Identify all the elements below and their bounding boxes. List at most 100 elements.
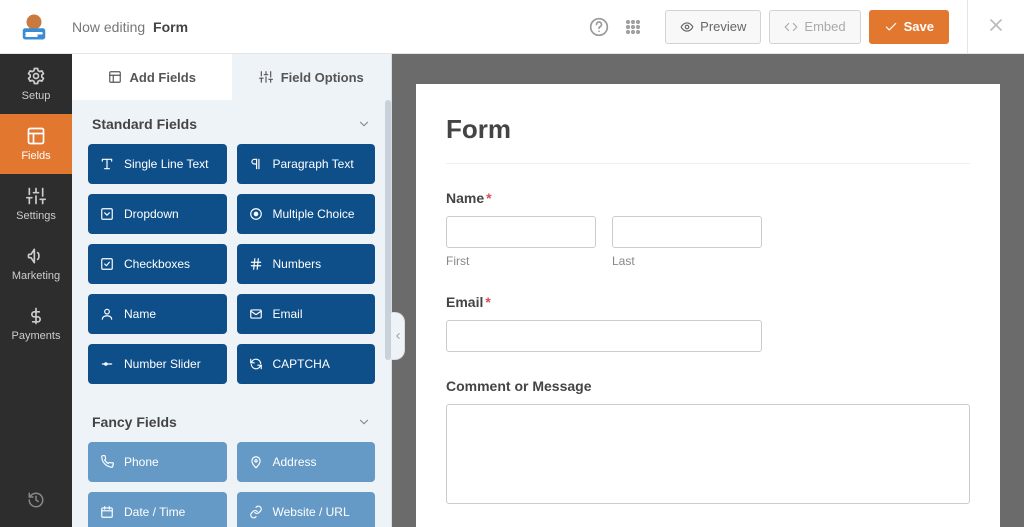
field-type-label: Email — [273, 307, 303, 321]
last-name-input[interactable] — [612, 216, 762, 248]
required-marker: * — [485, 294, 490, 310]
app-logo — [12, 9, 56, 45]
preview-label: Preview — [700, 19, 746, 34]
field-type-label: Website / URL — [273, 505, 350, 519]
user-icon — [100, 307, 114, 321]
now-editing-text: Now editing — [72, 19, 145, 35]
email-label: Email* — [446, 294, 970, 310]
tab-label: Field Options — [281, 70, 364, 85]
rail-label: Setup — [22, 90, 51, 102]
link-icon — [249, 505, 263, 519]
sliders-icon — [26, 186, 46, 206]
field-type-single-line-text[interactable]: Single Line Text — [88, 144, 227, 184]
field-type-dropdown[interactable]: Dropdown — [88, 194, 227, 234]
form-canvas: Form Name* First Last — [392, 54, 1024, 527]
topbar-divider — [967, 0, 968, 54]
field-type-label: Name — [124, 307, 156, 321]
rail-item-fields[interactable]: Fields — [0, 114, 72, 174]
comment-label: Comment or Message — [446, 378, 970, 394]
field-type-captcha[interactable]: CAPTCHA — [237, 344, 376, 384]
collapse-sidebar-button[interactable] — [391, 312, 405, 360]
text-icon — [100, 157, 114, 171]
field-type-label: Single Line Text — [124, 157, 209, 171]
first-sublabel: First — [446, 254, 596, 268]
field-email[interactable]: Email* — [446, 294, 970, 352]
tab-label: Add Fields — [130, 70, 196, 85]
section-fancy-fields[interactable]: Fancy Fields — [72, 398, 391, 442]
dollar-icon — [26, 306, 46, 326]
help-icon[interactable] — [589, 17, 609, 37]
layout-icon — [108, 70, 122, 84]
field-type-number-slider[interactable]: Number Slider — [88, 344, 227, 384]
bullhorn-icon — [26, 246, 46, 266]
dot-circle-icon — [249, 207, 263, 221]
sliders-icon — [259, 70, 273, 84]
field-type-label: Number Slider — [124, 357, 201, 371]
email-input[interactable] — [446, 320, 762, 352]
field-type-label: CAPTCHA — [273, 357, 330, 371]
refresh-icon — [249, 357, 263, 371]
apps-grid-icon[interactable] — [623, 17, 643, 37]
rail-history-button[interactable] — [0, 473, 72, 527]
field-type-date-time[interactable]: Date / Time — [88, 492, 227, 527]
close-button[interactable] — [986, 15, 1006, 38]
rail-item-settings[interactable]: Settings — [0, 174, 72, 234]
rail-label: Marketing — [12, 270, 60, 282]
embed-label: Embed — [804, 19, 845, 34]
form-title[interactable]: Form — [446, 114, 970, 164]
mail-icon — [249, 307, 263, 321]
first-name-input[interactable] — [446, 216, 596, 248]
form-name-text[interactable]: Form — [153, 19, 188, 35]
topbar: Now editing Form Preview Embed Save — [0, 0, 1024, 54]
rail-item-marketing[interactable]: Marketing — [0, 234, 72, 294]
rail-item-payments[interactable]: Payments — [0, 294, 72, 354]
preview-button[interactable]: Preview — [665, 10, 761, 44]
field-type-label: Phone — [124, 455, 159, 469]
hash-icon — [249, 257, 263, 271]
chevron-left-icon — [393, 331, 403, 341]
phone-icon — [100, 455, 114, 469]
field-type-name[interactable]: Name — [88, 294, 227, 334]
field-name[interactable]: Name* First Last — [446, 190, 970, 268]
field-type-label: Numbers — [273, 257, 322, 271]
nav-rail: Setup Fields Settings Marketing Payments — [0, 54, 72, 527]
caret-square-icon — [100, 207, 114, 221]
rail-item-setup[interactable]: Setup — [0, 54, 72, 114]
field-type-label: Paragraph Text — [273, 157, 354, 171]
field-type-label: Date / Time — [124, 505, 185, 519]
field-type-phone[interactable]: Phone — [88, 442, 227, 482]
field-type-address[interactable]: Address — [237, 442, 376, 482]
field-type-numbers[interactable]: Numbers — [237, 244, 376, 284]
required-marker: * — [486, 190, 491, 206]
field-comment[interactable]: Comment or Message — [446, 378, 970, 507]
field-type-multiple-choice[interactable]: Multiple Choice — [237, 194, 376, 234]
last-sublabel: Last — [612, 254, 762, 268]
field-type-website-url[interactable]: Website / URL — [237, 492, 376, 527]
field-type-paragraph-text[interactable]: Paragraph Text — [237, 144, 376, 184]
field-type-email[interactable]: Email — [237, 294, 376, 334]
chevron-down-icon — [357, 117, 371, 131]
rail-label: Settings — [16, 210, 56, 222]
chevron-down-icon — [357, 415, 371, 429]
history-icon — [27, 491, 45, 509]
section-standard-fields[interactable]: Standard Fields — [72, 100, 391, 144]
check-icon — [884, 20, 898, 34]
editing-label: Now editing Form — [72, 19, 188, 35]
field-type-label: Checkboxes — [124, 257, 190, 271]
field-type-checkboxes[interactable]: Checkboxes — [88, 244, 227, 284]
field-type-label: Dropdown — [124, 207, 179, 221]
form-preview[interactable]: Form Name* First Last — [416, 84, 1000, 527]
field-type-label: Address — [273, 455, 317, 469]
comment-textarea[interactable] — [446, 404, 970, 504]
check-square-icon — [100, 257, 114, 271]
gear-icon — [26, 66, 46, 86]
code-icon — [784, 20, 798, 34]
save-button[interactable]: Save — [869, 10, 949, 44]
field-type-label: Multiple Choice — [273, 207, 355, 221]
rail-label: Payments — [12, 330, 61, 342]
tab-field-options[interactable]: Field Options — [232, 54, 392, 100]
section-title: Fancy Fields — [92, 414, 177, 430]
layout-icon — [26, 126, 46, 146]
tab-add-fields[interactable]: Add Fields — [72, 54, 232, 100]
embed-button[interactable]: Embed — [769, 10, 860, 44]
